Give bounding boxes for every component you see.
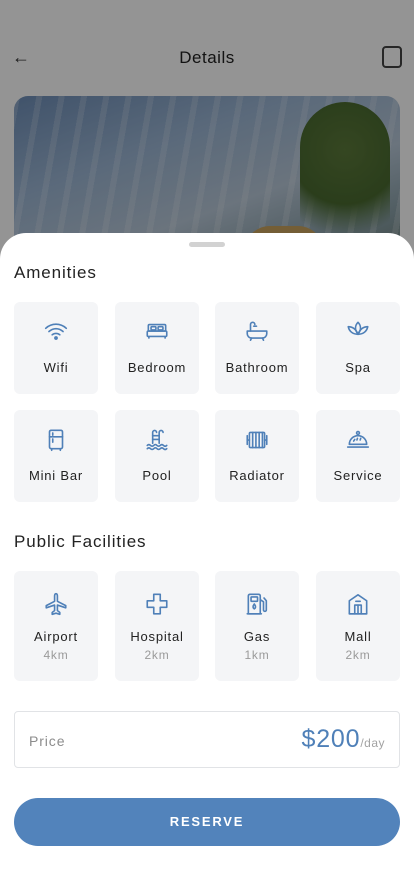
facility-label: Hospital <box>130 629 184 644</box>
facility-mall[interactable]: Mall 2km <box>316 571 400 681</box>
airplane-icon <box>14 591 98 617</box>
amenity-pool[interactable]: Pool <box>115 410 199 502</box>
facility-distance: 1km <box>244 648 270 662</box>
price-box: Price $200/day <box>14 711 400 768</box>
facility-label: Mall <box>344 629 372 644</box>
facility-airport[interactable]: Airport 4km <box>14 571 98 681</box>
facility-distance: 2km <box>345 648 371 662</box>
radiator-icon <box>215 427 299 453</box>
pool-icon <box>115 427 199 453</box>
facility-hospital[interactable]: Hospital 2km <box>115 571 199 681</box>
fridge-icon <box>14 427 98 453</box>
wifi-icon <box>14 318 98 344</box>
amenity-wifi[interactable]: Wifi <box>14 302 98 394</box>
amenity-label: Service <box>333 468 383 483</box>
amenity-label: Bedroom <box>127 360 187 375</box>
spa-icon <box>316 318 400 344</box>
bathtub-icon <box>215 318 299 344</box>
amenity-label: Bathroom <box>225 360 289 375</box>
price-amount: $200 <box>301 725 361 753</box>
amenity-spa[interactable]: Spa <box>316 302 400 394</box>
facility-distance: 2km <box>144 648 170 662</box>
room-service-icon <box>316 427 400 453</box>
amenity-label: Mini Bar <box>28 468 84 483</box>
amenity-bathroom[interactable]: Bathroom <box>215 302 299 394</box>
amenity-label: Spa <box>345 360 371 375</box>
public-facilities-title: Public Facilities <box>14 532 147 551</box>
price-unit: /day <box>360 736 385 750</box>
facility-label: Airport <box>34 629 78 644</box>
price-label: Price <box>29 733 66 749</box>
amenity-radiator[interactable]: Radiator <box>215 410 299 502</box>
reserve-button[interactable]: RESERVE <box>14 798 400 846</box>
mall-icon <box>316 591 400 617</box>
price-value: $200/day <box>301 725 385 754</box>
facility-label: Gas <box>243 629 271 644</box>
facility-gas[interactable]: Gas 1km <box>215 571 299 681</box>
amenities-title: Amenities <box>14 263 97 282</box>
gas-station-icon <box>215 591 299 617</box>
bed-icon <box>115 318 199 344</box>
amenity-mini-bar[interactable]: Mini Bar <box>14 410 98 502</box>
sheet-drag-handle[interactable] <box>189 242 225 247</box>
details-bottom-sheet: Amenities Wifi Bedroom Bathroom Spa Mini… <box>0 233 414 896</box>
amenity-label: Wifi <box>43 360 69 375</box>
amenity-label: Radiator <box>229 468 285 483</box>
amenity-service[interactable]: Service <box>316 410 400 502</box>
facility-distance: 4km <box>43 648 69 662</box>
amenity-bedroom[interactable]: Bedroom <box>115 302 199 394</box>
amenity-label: Pool <box>142 468 172 483</box>
hospital-icon <box>115 591 199 617</box>
